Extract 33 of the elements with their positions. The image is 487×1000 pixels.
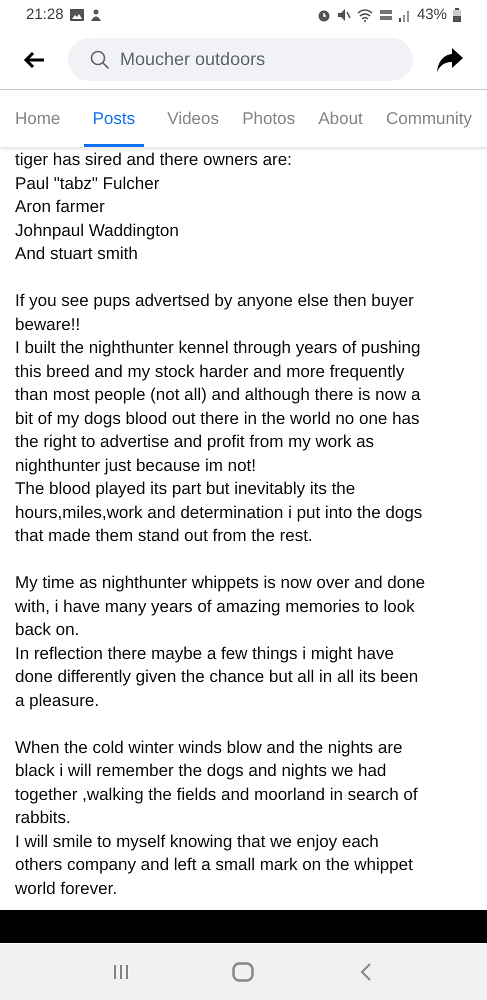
search-field[interactable]: Moucher outdoors (68, 38, 413, 81)
post-paragraph: I will smile to myself knowing that we enjoy each others company and left a small mark on the whippet world forever. (15, 830, 413, 900)
battery-icon (453, 8, 461, 22)
share-icon[interactable] (436, 46, 464, 72)
tab[interactable]: Photos (242, 90, 296, 147)
image-icon (70, 9, 84, 21)
post-paragraph: Aron farmer (15, 196, 105, 218)
post-paragraph: And stuart smith (15, 243, 138, 265)
tab[interactable]: Community (386, 90, 472, 147)
tab[interactable]: About (318, 90, 363, 147)
post-paragraph: Johnpaul Waddington (15, 220, 179, 242)
post-paragraph: Paul "tabz" Fulcher (15, 172, 160, 194)
post-paragraph: In reflection there maybe a few things i might have done differently given the chance but all in all its been a pleasure. (15, 642, 418, 712)
wifi-icon (356, 8, 373, 22)
status-time: 21:28 (26, 4, 64, 25)
mute-icon (336, 8, 351, 22)
recent-apps-icon[interactable] (113, 964, 130, 980)
alarm-icon (316, 8, 331, 22)
back-arrow-icon[interactable] (23, 50, 45, 68)
post-paragraph: When the cold winter winds blow and the nights are black i will remember the dogs and nights we had together ,walking the fields and moorland in search of rabbits. (15, 736, 418, 829)
post-paragraph: tiger has sired and there owners are: (15, 149, 292, 171)
home-icon[interactable] (232, 962, 254, 982)
battery-percent: 43% (416, 4, 447, 25)
tab[interactable]: Home (15, 90, 60, 147)
post-paragraph: I built the nighthunter kennel through years of pushing this breed and my stock harder and more frequently than most people (not all) and although there is now a bit of my dogs blood out there in the world no one has the right to advertise and profit from my work as nighthunter just because im not! (15, 337, 420, 476)
search-icon (90, 50, 110, 70)
post-paragraph: My time as nighthunter whippets is now over and done with, i have many years of amazing memories to look back on. (15, 572, 426, 641)
post-paragraph: If you see pups advertsed by anyone else then buyer beware!! (15, 290, 414, 336)
post-paragraph: The blood played its part but inevitably its the hours,miles,work and determination i put into the dogs that made them stand out from the rest. (15, 478, 422, 547)
back-icon[interactable] (360, 962, 372, 980)
tab[interactable]: Videos (167, 90, 219, 147)
tab[interactable]: Posts (84, 90, 144, 147)
signal-icon (398, 8, 411, 22)
